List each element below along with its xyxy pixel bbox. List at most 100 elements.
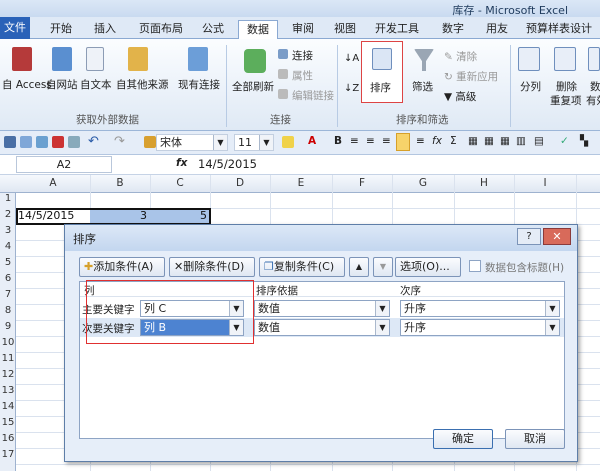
- row-header[interactable]: 8: [0, 305, 16, 316]
- options-button[interactable]: 选项(O)...: [395, 257, 461, 277]
- format-painter-icon[interactable]: [144, 136, 156, 148]
- refresh-all-button[interactable]: 全部刷新: [232, 79, 274, 94]
- column-header-i[interactable]: I: [514, 177, 576, 189]
- remove-duplicates-button[interactable]: 删除: [556, 79, 577, 94]
- has-headers-checkbox[interactable]: [469, 260, 481, 272]
- row-header[interactable]: 5: [0, 257, 16, 268]
- secondary-order-select[interactable]: 升序 ▼: [400, 319, 560, 336]
- column-header-a[interactable]: A: [16, 177, 90, 189]
- copy-level-button[interactable]: ❐复制条件(C): [259, 257, 345, 277]
- existing-connections-button[interactable]: 现有连接: [178, 77, 220, 92]
- borders-icon[interactable]: ▦: [468, 135, 478, 147]
- row-header[interactable]: 9: [0, 321, 16, 332]
- columns-icon[interactable]: ▥: [516, 135, 526, 147]
- edit-links-button[interactable]: 编辑链接: [292, 88, 334, 103]
- font-name-select[interactable]: 宋体 ▼: [156, 134, 228, 151]
- grid-icon[interactable]: ▦: [500, 135, 510, 147]
- row-header[interactable]: 6: [0, 273, 16, 284]
- row-header[interactable]: 2: [0, 209, 16, 220]
- cell-c2[interactable]: 5: [200, 209, 207, 222]
- tab-yonyou[interactable]: 用友: [480, 20, 514, 39]
- data-validation-button[interactable]: 数据: [590, 79, 600, 94]
- column-header-d[interactable]: D: [210, 177, 270, 189]
- insert-function-icon[interactable]: fx: [432, 135, 442, 147]
- delete-level-button[interactable]: ✕删除条件(D): [169, 257, 255, 277]
- row-header[interactable]: 13: [0, 385, 16, 396]
- row-header[interactable]: 14: [0, 401, 16, 412]
- row-header[interactable]: 16: [0, 433, 16, 444]
- tab-budget-design[interactable]: 预算样表设计: [522, 20, 596, 39]
- cell-a2[interactable]: 14/5/2015: [18, 209, 74, 222]
- align-left-icon[interactable]: ≡: [350, 135, 359, 147]
- primary-order-select[interactable]: 升序 ▼: [400, 300, 560, 317]
- ok-button[interactable]: 确定: [433, 429, 493, 449]
- row-header[interactable]: 11: [0, 353, 16, 364]
- row-header[interactable]: 12: [0, 369, 16, 380]
- filter-button[interactable]: 筛选: [412, 79, 433, 94]
- column-header-f[interactable]: F: [332, 177, 392, 189]
- tab-formulas[interactable]: 公式: [196, 20, 230, 39]
- check-icon[interactable]: ✓: [560, 135, 569, 147]
- undo-icon[interactable]: ↶: [88, 134, 99, 149]
- column-header-b[interactable]: B: [90, 177, 150, 189]
- fill-color-icon[interactable]: [282, 136, 294, 148]
- tab-file[interactable]: 文件: [0, 17, 30, 39]
- row-header[interactable]: 10: [0, 337, 16, 348]
- redo-icon[interactable]: ↷: [114, 134, 125, 149]
- preview-icon[interactable]: [36, 136, 48, 148]
- clear-button[interactable]: ✎ 清除: [444, 49, 477, 64]
- rows-icon[interactable]: ▤: [534, 135, 544, 147]
- column-header-h[interactable]: H: [454, 177, 514, 189]
- tab-data[interactable]: 数据: [238, 20, 278, 40]
- close-button[interactable]: ✕: [543, 228, 571, 245]
- align-center-icon[interactable]: ≡: [366, 135, 375, 147]
- formula-input[interactable]: 14/5/2015: [198, 157, 257, 171]
- sort-descending-icon[interactable]: ↓Z: [344, 83, 359, 94]
- sort-ascending-icon[interactable]: ↓A: [344, 53, 359, 64]
- sum-icon[interactable]: Σ: [450, 135, 457, 147]
- column-header-e[interactable]: E: [270, 177, 332, 189]
- font-color-icon[interactable]: A: [308, 135, 316, 147]
- sort-button[interactable]: 排序: [361, 41, 403, 103]
- chart-icon[interactable]: ▚: [580, 135, 588, 147]
- advanced-filter-button[interactable]: ▼ 高级: [444, 89, 476, 104]
- table-icon[interactable]: ▦: [484, 135, 494, 147]
- print-icon[interactable]: [20, 136, 32, 148]
- pdf-icon[interactable]: [52, 136, 64, 148]
- tab-page-layout[interactable]: 页面布局: [132, 20, 190, 39]
- cancel-button[interactable]: 取消: [505, 429, 565, 449]
- spell-icon[interactable]: [68, 136, 80, 148]
- row-header[interactable]: 7: [0, 289, 16, 300]
- tab-view[interactable]: 视图: [328, 20, 362, 39]
- secondary-sort-on-select[interactable]: 数值 ▼: [254, 319, 390, 336]
- reapply-button[interactable]: ↻ 重新应用: [444, 69, 498, 84]
- add-level-button[interactable]: ✚添加条件(A): [79, 257, 165, 277]
- tab-insert[interactable]: 插入: [88, 20, 122, 39]
- column-header-c[interactable]: C: [150, 177, 210, 189]
- fx-icon[interactable]: fx: [176, 157, 187, 169]
- primary-sort-on-select[interactable]: 数值 ▼: [254, 300, 390, 317]
- row-header[interactable]: 4: [0, 241, 16, 252]
- column-header-g[interactable]: G: [392, 177, 454, 189]
- from-access-button[interactable]: 自 Access: [2, 77, 52, 92]
- name-box[interactable]: A2: [16, 156, 112, 173]
- from-text-button[interactable]: 自文本: [80, 77, 112, 92]
- tab-review[interactable]: 审阅: [286, 20, 320, 39]
- font-size-select[interactable]: 11 ▼: [234, 134, 274, 151]
- text-to-columns-button[interactable]: 分列: [520, 79, 541, 94]
- row-header[interactable]: 15: [0, 417, 16, 428]
- from-web-button[interactable]: 自网站: [46, 77, 78, 92]
- align-right-icon[interactable]: ≡: [382, 135, 391, 147]
- bold-icon[interactable]: B: [334, 135, 342, 147]
- properties-button[interactable]: 属性: [292, 68, 313, 83]
- move-down-button[interactable]: ▼: [373, 257, 393, 277]
- row-header[interactable]: 3: [0, 225, 16, 236]
- row-header[interactable]: 1: [0, 193, 16, 204]
- tab-developer[interactable]: 开发工具: [370, 20, 424, 39]
- cell-b2[interactable]: 3: [140, 209, 147, 222]
- merge-center-icon[interactable]: [396, 133, 410, 151]
- wrap-text-icon[interactable]: ≡: [416, 135, 425, 147]
- move-up-button[interactable]: ▲: [349, 257, 369, 277]
- tab-numbers[interactable]: 数字: [436, 20, 470, 39]
- from-other-sources-button[interactable]: 自其他来源: [116, 77, 169, 92]
